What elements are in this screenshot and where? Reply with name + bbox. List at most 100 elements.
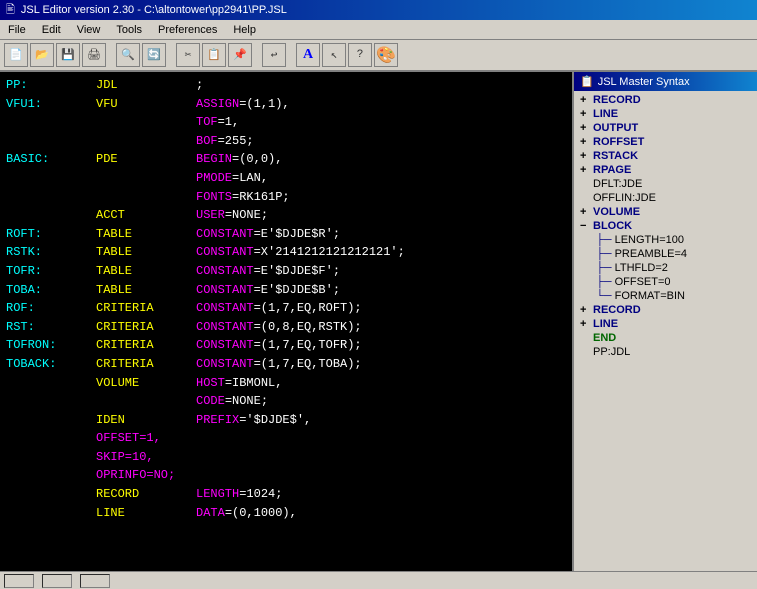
new-button[interactable]: 📄 bbox=[4, 43, 28, 67]
tree-item-dflt[interactable]: DFLT:JDE bbox=[574, 177, 757, 191]
tree-item-block[interactable]: − BLOCK bbox=[574, 219, 757, 233]
menu-item-tools[interactable]: Tools bbox=[108, 22, 150, 38]
syntax-panel: 📋 JSL Master Syntax + RECORD + LINE + OU… bbox=[572, 72, 757, 571]
code-line: OPRINFO=NO; bbox=[6, 466, 566, 485]
child-connector: ├─ bbox=[596, 262, 612, 274]
tree-item-line1[interactable]: + LINE bbox=[574, 107, 757, 121]
cut-button[interactable]: ✂ bbox=[176, 43, 200, 67]
tree-item-rstack[interactable]: + RSTACK bbox=[574, 149, 757, 163]
code-line: TOBA: TABLE CONSTANT=E'$DJDE$B'; bbox=[6, 281, 566, 300]
code-line: VOLUME HOST=IBMONL, bbox=[6, 374, 566, 393]
copy-button[interactable]: 📋 bbox=[202, 43, 226, 67]
code-line: ROFT: TABLE CONSTANT=E'$DJDE$R'; bbox=[6, 225, 566, 244]
tree-label: LINE bbox=[593, 318, 618, 330]
child-connector: ├─ bbox=[596, 276, 612, 288]
code-line: TOBACK: CRITERIA CONSTANT=(1,7,EQ,TOBA); bbox=[6, 355, 566, 374]
menu-item-edit[interactable]: Edit bbox=[34, 22, 69, 38]
tree-item-record2[interactable]: + RECORD bbox=[574, 303, 757, 317]
tree-label: FORMAT=BIN bbox=[615, 290, 685, 302]
expand-icon: + bbox=[580, 108, 590, 120]
child-connector: └─ bbox=[596, 290, 612, 302]
undo-button[interactable]: ↩ bbox=[262, 43, 286, 67]
tree-label: PP:JDL bbox=[593, 346, 630, 358]
menu-bar: FileEditViewToolsPreferencesHelp bbox=[0, 20, 757, 40]
tree-child-offset[interactable]: ├─ OFFSET=0 bbox=[574, 275, 757, 289]
tree-item-offlin[interactable]: OFFLIN:JDE bbox=[574, 191, 757, 205]
code-line: RECORD LENGTH=1024; bbox=[6, 485, 566, 504]
code-line: RST: CRITERIA CONSTANT=(0,8,EQ,RSTK); bbox=[6, 318, 566, 337]
tree-label: VOLUME bbox=[593, 206, 640, 218]
tree-label: LENGTH=100 bbox=[615, 234, 684, 246]
expand-icon: + bbox=[580, 136, 590, 148]
tree-label: PREAMBLE=4 bbox=[615, 248, 687, 260]
tree-item-pp-jdl[interactable]: PP:JDL bbox=[574, 345, 757, 359]
paste-button[interactable]: 📌 bbox=[228, 43, 252, 67]
code-line: ROF: CRITERIA CONSTANT=(1,7,EQ,ROFT); bbox=[6, 299, 566, 318]
color-picker-button[interactable]: 🎨 bbox=[374, 43, 398, 67]
tool-unknown1-button[interactable]: ? bbox=[348, 43, 372, 67]
syntax-panel-title: 📋 JSL Master Syntax bbox=[574, 72, 757, 91]
print-button[interactable]: 🖨 bbox=[82, 43, 106, 67]
code-editor[interactable]: PP: JDL ; VFU1: VFU ASSIGN=(1,1), TOF=1,… bbox=[0, 72, 572, 571]
expand-icon: + bbox=[580, 206, 590, 218]
open-button[interactable]: 📂 bbox=[30, 43, 54, 67]
tree-label: RSTACK bbox=[593, 150, 638, 162]
tree-label: DFLT:JDE bbox=[593, 178, 642, 190]
save-button[interactable]: 💾 bbox=[56, 43, 80, 67]
syntax-panel-label: JSL Master Syntax bbox=[598, 76, 690, 88]
find-button[interactable]: 🔍 bbox=[116, 43, 140, 67]
code-line: TOFRON: CRITERIA CONSTANT=(1,7,EQ,TOFR); bbox=[6, 336, 566, 355]
code-line: CODE=NONE; bbox=[6, 392, 566, 411]
tree-child-length[interactable]: ├─ LENGTH=100 bbox=[574, 233, 757, 247]
code-line: SKIP=10, bbox=[6, 448, 566, 467]
menu-item-view[interactable]: View bbox=[69, 22, 109, 38]
tree-label: OUTPUT bbox=[593, 122, 638, 134]
syntax-tree: + RECORD + LINE + OUTPUT + ROFFSET + RST… bbox=[574, 91, 757, 568]
tree-label: LINE bbox=[593, 108, 618, 120]
expand-icon: + bbox=[580, 94, 590, 106]
tree-child-format[interactable]: └─ FORMAT=BIN bbox=[574, 289, 757, 303]
tree-item-roffset[interactable]: + ROFFSET bbox=[574, 135, 757, 149]
menu-item-file[interactable]: File bbox=[0, 22, 34, 38]
child-connector: ├─ bbox=[596, 248, 612, 260]
tree-item-line2[interactable]: + LINE bbox=[574, 317, 757, 331]
tree-item-output[interactable]: + OUTPUT bbox=[574, 121, 757, 135]
menu-item-help[interactable]: Help bbox=[225, 22, 264, 38]
app-icon: 🖹 bbox=[6, 1, 15, 20]
collapse-icon: − bbox=[580, 220, 590, 232]
toolbar: 📄 📂 💾 🖨 🔍 🔄 ✂ 📋 📌 ↩ A ↖ ? 🎨 bbox=[0, 40, 757, 72]
code-line: LINE DATA=(0,1000), bbox=[6, 504, 566, 523]
code-line: RSTK: TABLE CONSTANT=X'2141212121212121'… bbox=[6, 243, 566, 262]
tree-child-lthfld[interactable]: ├─ LTHFLD=2 bbox=[574, 261, 757, 275]
tree-item-end[interactable]: END bbox=[574, 331, 757, 345]
tree-label: LTHFLD=2 bbox=[615, 262, 668, 274]
tree-item-record1[interactable]: + RECORD bbox=[574, 93, 757, 107]
main-area: PP: JDL ; VFU1: VFU ASSIGN=(1,1), TOF=1,… bbox=[0, 72, 757, 571]
code-line: BASIC: PDE BEGIN=(0,0), bbox=[6, 150, 566, 169]
code-line: TOF=1, bbox=[6, 113, 566, 132]
tree-item-volume[interactable]: + VOLUME bbox=[574, 205, 757, 219]
title-text: JSL Editor version 2.30 - C:\altontower\… bbox=[21, 4, 287, 16]
replace-button[interactable]: 🔄 bbox=[142, 43, 166, 67]
tree-label: END bbox=[593, 332, 616, 344]
tree-label: RPAGE bbox=[593, 164, 631, 176]
status-panel-2 bbox=[42, 574, 72, 588]
tree-item-rpage[interactable]: + RPAGE bbox=[574, 163, 757, 177]
code-line: BOF=255; bbox=[6, 132, 566, 151]
menu-item-preferences[interactable]: Preferences bbox=[150, 22, 225, 38]
tree-label: RECORD bbox=[593, 94, 641, 106]
expand-icon: + bbox=[580, 150, 590, 162]
code-line: ACCT USER=NONE; bbox=[6, 206, 566, 225]
code-line: PP: JDL ; bbox=[6, 76, 566, 95]
syntax-panel-icon: 📋 bbox=[580, 75, 594, 88]
pointer-tool-button[interactable]: ↖ bbox=[322, 43, 346, 67]
font-color-button[interactable]: A bbox=[296, 43, 320, 67]
tree-label: OFFLIN:JDE bbox=[593, 192, 656, 204]
tree-label: ROFFSET bbox=[593, 136, 644, 148]
tree-child-preamble[interactable]: ├─ PREAMBLE=4 bbox=[574, 247, 757, 261]
expand-icon: + bbox=[580, 304, 590, 316]
code-line: FONTS=RK161P; bbox=[6, 188, 566, 207]
code-line: TOFR: TABLE CONSTANT=E'$DJDE$F'; bbox=[6, 262, 566, 281]
code-line: VFU1: VFU ASSIGN=(1,1), bbox=[6, 95, 566, 114]
expand-icon: + bbox=[580, 318, 590, 330]
